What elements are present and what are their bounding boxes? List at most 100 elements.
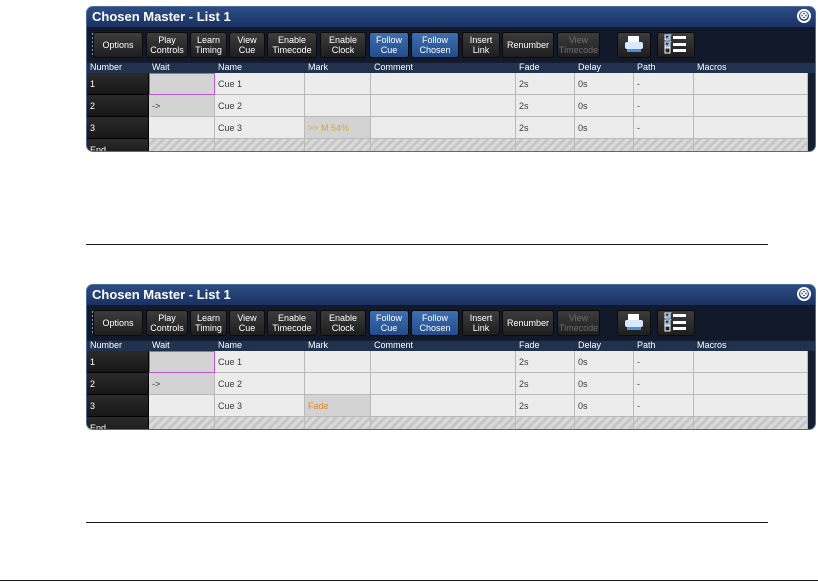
- cell-fade[interactable]: 2s: [516, 373, 575, 395]
- cell-mark[interactable]: >> M 54%: [305, 117, 371, 139]
- follow-cue-button[interactable]: Follow Cue: [369, 310, 409, 336]
- table-row[interactable]: 1 Cue 1 2s 0s -: [87, 73, 815, 95]
- cell-comment[interactable]: [371, 95, 516, 117]
- cell-name[interactable]: Cue 1: [215, 73, 305, 95]
- cell-number[interactable]: 2: [87, 95, 149, 117]
- table-row[interactable]: 3 Cue 3 >> M 54% 2s 0s -: [87, 117, 815, 139]
- cell-name[interactable]: Cue 2: [215, 373, 305, 395]
- column-header-delay[interactable]: Delay: [578, 340, 601, 351]
- cell-mark[interactable]: [305, 73, 371, 95]
- column-header-name[interactable]: Name: [218, 62, 242, 73]
- enable-timecode-button[interactable]: Enable Timecode: [267, 32, 317, 58]
- cell-wait[interactable]: [149, 395, 215, 417]
- cell-macros[interactable]: [694, 95, 808, 117]
- cell-delay[interactable]: 0s: [575, 395, 634, 417]
- cell-path[interactable]: -: [634, 73, 694, 95]
- cell-name[interactable]: Cue 1: [215, 351, 305, 373]
- cell-mark[interactable]: [305, 373, 371, 395]
- column-header-wait[interactable]: Wait: [152, 340, 170, 351]
- column-header-comment[interactable]: Comment: [374, 340, 413, 351]
- follow-chosen-button[interactable]: Follow Chosen: [411, 32, 459, 58]
- cell-wait[interactable]: [149, 73, 215, 95]
- column-header-path[interactable]: Path: [637, 340, 656, 351]
- cell-delay[interactable]: 0s: [575, 117, 634, 139]
- insert-link-button[interactable]: Insert Link: [462, 310, 500, 336]
- view-cue-button[interactable]: View Cue: [229, 310, 265, 336]
- insert-link-button[interactable]: Insert Link: [462, 32, 500, 58]
- print-button[interactable]: [617, 32, 651, 58]
- cell-number[interactable]: End: [87, 139, 149, 151]
- cell-delay[interactable]: 0s: [575, 373, 634, 395]
- cell-name[interactable]: Cue 3: [215, 117, 305, 139]
- close-icon[interactable]: ⊗: [797, 9, 811, 23]
- cell-number[interactable]: 2: [87, 373, 149, 395]
- cell-name[interactable]: Cue 2: [215, 95, 305, 117]
- column-header-fade[interactable]: Fade: [519, 340, 540, 351]
- cell-fade[interactable]: 2s: [516, 73, 575, 95]
- column-header-number[interactable]: Number: [90, 340, 122, 351]
- cell-number[interactable]: 1: [87, 73, 149, 95]
- cell-path[interactable]: -: [634, 95, 694, 117]
- learn-timing-button[interactable]: Learn Timing: [190, 310, 227, 336]
- cell-fade[interactable]: 2s: [516, 351, 575, 373]
- column-header-path[interactable]: Path: [637, 62, 656, 73]
- cell-number[interactable]: 1: [87, 351, 149, 373]
- column-header-fade[interactable]: Fade: [519, 62, 540, 73]
- renumber-button[interactable]: Renumber: [502, 32, 554, 58]
- close-icon[interactable]: ⊗: [797, 287, 811, 301]
- checklist-button[interactable]: [657, 310, 695, 336]
- view-timecode-button[interactable]: View Timecode: [557, 32, 600, 58]
- cell-fade[interactable]: 2s: [516, 95, 575, 117]
- cell-comment[interactable]: [371, 73, 516, 95]
- cell-wait[interactable]: ->: [149, 373, 215, 395]
- cell-wait[interactable]: ->: [149, 95, 215, 117]
- cell-name[interactable]: Cue 3: [215, 395, 305, 417]
- column-header-comment[interactable]: Comment: [374, 62, 413, 73]
- cell-macros[interactable]: [694, 117, 808, 139]
- cell-mark[interactable]: [305, 95, 371, 117]
- cell-comment[interactable]: [371, 351, 516, 373]
- cell-path[interactable]: -: [634, 117, 694, 139]
- column-header-number[interactable]: Number: [90, 62, 122, 73]
- checklist-button[interactable]: [657, 32, 695, 58]
- cell-macros[interactable]: [694, 373, 808, 395]
- column-header-delay[interactable]: Delay: [578, 62, 601, 73]
- cell-path[interactable]: -: [634, 373, 694, 395]
- options-button[interactable]: Options: [93, 310, 143, 336]
- table-row-end[interactable]: End: [87, 139, 815, 151]
- cell-path[interactable]: -: [634, 395, 694, 417]
- play-controls-button[interactable]: Play Controls: [146, 32, 188, 58]
- view-timecode-button[interactable]: View Timecode: [557, 310, 600, 336]
- cell-fade[interactable]: 2s: [516, 117, 575, 139]
- cell-mark[interactable]: [305, 351, 371, 373]
- cell-delay[interactable]: 0s: [575, 351, 634, 373]
- enable-clock-button[interactable]: Enable Clock: [320, 310, 366, 336]
- column-header-mark[interactable]: Mark: [308, 62, 328, 73]
- column-header-macros[interactable]: Macros: [697, 340, 727, 351]
- table-row-end[interactable]: End: [87, 417, 815, 429]
- enable-timecode-button[interactable]: Enable Timecode: [267, 310, 317, 336]
- cell-path[interactable]: -: [634, 351, 694, 373]
- cell-number[interactable]: End: [87, 417, 149, 429]
- view-cue-button[interactable]: View Cue: [229, 32, 265, 58]
- cell-wait[interactable]: [149, 351, 215, 373]
- cell-macros[interactable]: [694, 395, 808, 417]
- learn-timing-button[interactable]: Learn Timing: [190, 32, 227, 58]
- cell-mark[interactable]: Fade: [305, 395, 371, 417]
- column-header-wait[interactable]: Wait: [152, 62, 170, 73]
- renumber-button[interactable]: Renumber: [502, 310, 554, 336]
- table-row[interactable]: 2 -> Cue 2 2s 0s -: [87, 373, 815, 395]
- follow-chosen-button[interactable]: Follow Chosen: [411, 310, 459, 336]
- cell-comment[interactable]: [371, 373, 516, 395]
- cell-macros[interactable]: [694, 73, 808, 95]
- cell-number[interactable]: 3: [87, 395, 149, 417]
- cell-comment[interactable]: [371, 117, 516, 139]
- enable-clock-button[interactable]: Enable Clock: [320, 32, 366, 58]
- cell-fade[interactable]: 2s: [516, 395, 575, 417]
- column-header-name[interactable]: Name: [218, 340, 242, 351]
- table-row[interactable]: 1 Cue 1 2s 0s -: [87, 351, 815, 373]
- print-button[interactable]: [617, 310, 651, 336]
- cell-delay[interactable]: 0s: [575, 73, 634, 95]
- column-header-macros[interactable]: Macros: [697, 62, 727, 73]
- cell-comment[interactable]: [371, 395, 516, 417]
